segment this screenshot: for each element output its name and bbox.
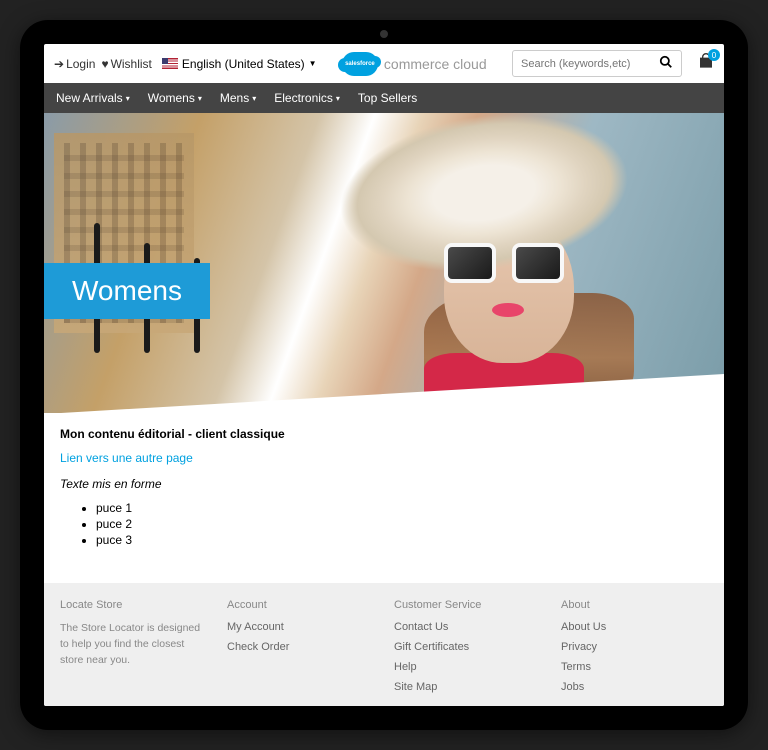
nav-item-mens[interactable]: Mens▾ bbox=[220, 91, 256, 105]
login-arrow-icon: ➔ bbox=[54, 57, 64, 71]
caret-down-icon: ▾ bbox=[198, 94, 202, 103]
editorial-content: Mon contenu éditorial - client classique… bbox=[44, 413, 724, 563]
footer-heading: Locate Store bbox=[60, 599, 207, 611]
brand-name: commerce cloud bbox=[384, 56, 487, 72]
footer-heading: Account bbox=[227, 599, 374, 611]
nav-label: Electronics bbox=[274, 91, 333, 105]
hero-lips bbox=[492, 303, 524, 317]
hero-banner: Womens bbox=[44, 113, 724, 413]
nav-label: Top Sellers bbox=[358, 91, 417, 105]
search-icon bbox=[659, 56, 673, 72]
login-link[interactable]: ➔ Login bbox=[54, 57, 95, 71]
content-styled-text: Texte mis en forme bbox=[60, 477, 708, 491]
footer-link-my-account[interactable]: My Account bbox=[227, 621, 374, 633]
content-bullet-list: puce 1 puce 2 puce 3 bbox=[96, 501, 708, 547]
footer-account: Account My Account Check Order bbox=[227, 599, 374, 701]
login-label: Login bbox=[66, 57, 95, 71]
content-link[interactable]: Lien vers une autre page bbox=[60, 451, 708, 465]
caret-down-icon: ▾ bbox=[252, 94, 256, 103]
footer-link-check-order[interactable]: Check Order bbox=[227, 641, 374, 653]
hero-sunglasses bbox=[444, 243, 564, 285]
search-box[interactable] bbox=[512, 50, 682, 77]
footer-heading: About bbox=[561, 599, 708, 611]
main-nav: New Arrivals▾ Womens▾ Mens▾ Electronics▾… bbox=[44, 83, 724, 113]
nav-item-electronics[interactable]: Electronics▾ bbox=[274, 91, 340, 105]
caret-down-icon: ▾ bbox=[336, 94, 340, 103]
footer: Locate Store The Store Locator is design… bbox=[44, 583, 724, 706]
footer-link-privacy[interactable]: Privacy bbox=[561, 641, 708, 653]
top-bar: ➔ Login ♥ Wishlist English (United State… bbox=[44, 44, 724, 83]
heart-icon: ♥ bbox=[101, 57, 108, 71]
top-bar-left: ➔ Login ♥ Wishlist English (United State… bbox=[54, 57, 317, 71]
nav-label: Mens bbox=[220, 91, 249, 105]
footer-link-jobs[interactable]: Jobs bbox=[561, 681, 708, 693]
footer-customer-service: Customer Service Contact Us Gift Certifi… bbox=[394, 599, 541, 701]
cloud-text: salesforce bbox=[345, 61, 375, 67]
nav-label: New Arrivals bbox=[56, 91, 123, 105]
salesforce-cloud-icon: salesforce bbox=[342, 52, 378, 76]
cart-button[interactable]: 0 bbox=[698, 53, 714, 74]
nav-item-new-arrivals[interactable]: New Arrivals▾ bbox=[56, 91, 130, 105]
lens-left bbox=[444, 243, 496, 283]
footer-link-terms[interactable]: Terms bbox=[561, 661, 708, 673]
wishlist-label: Wishlist bbox=[111, 57, 152, 71]
content-heading: Mon contenu éditorial - client classique bbox=[60, 427, 708, 441]
caret-down-icon: ▼ bbox=[309, 59, 317, 68]
footer-link-gift[interactable]: Gift Certificates bbox=[394, 641, 541, 653]
tablet-frame: ➔ Login ♥ Wishlist English (United State… bbox=[20, 20, 748, 730]
footer-heading: Customer Service bbox=[394, 599, 541, 611]
hero-title: Womens bbox=[44, 263, 210, 319]
footer-link-about-us[interactable]: About Us bbox=[561, 621, 708, 633]
list-item: puce 1 bbox=[96, 501, 708, 515]
wishlist-link[interactable]: ♥ Wishlist bbox=[101, 57, 151, 71]
hero-hat bbox=[302, 113, 667, 316]
footer-about: About About Us Privacy Terms Jobs bbox=[561, 599, 708, 701]
list-item: puce 2 bbox=[96, 517, 708, 531]
nav-label: Womens bbox=[148, 91, 195, 105]
cart-count-badge: 0 bbox=[708, 49, 720, 61]
brand-logo[interactable]: salesforce commerce cloud bbox=[325, 52, 504, 76]
footer-locate-store: Locate Store The Store Locator is design… bbox=[60, 599, 207, 701]
list-item: puce 3 bbox=[96, 533, 708, 547]
locale-selector[interactable]: English (United States) ▼ bbox=[162, 57, 317, 71]
tablet-camera bbox=[380, 30, 388, 38]
search-input[interactable] bbox=[521, 58, 659, 70]
search-button[interactable] bbox=[659, 55, 673, 72]
us-flag-icon bbox=[162, 58, 178, 69]
footer-link-sitemap[interactable]: Site Map bbox=[394, 681, 541, 693]
footer-link-contact[interactable]: Contact Us bbox=[394, 621, 541, 633]
footer-description: The Store Locator is designed to help yo… bbox=[60, 621, 207, 668]
nav-item-top-sellers[interactable]: Top Sellers bbox=[358, 91, 417, 105]
caret-down-icon: ▾ bbox=[126, 94, 130, 103]
nav-item-womens[interactable]: Womens▾ bbox=[148, 91, 202, 105]
locale-label: English (United States) bbox=[182, 57, 305, 71]
lens-right bbox=[512, 243, 564, 283]
footer-link-help[interactable]: Help bbox=[394, 661, 541, 673]
screen: ➔ Login ♥ Wishlist English (United State… bbox=[44, 44, 724, 706]
